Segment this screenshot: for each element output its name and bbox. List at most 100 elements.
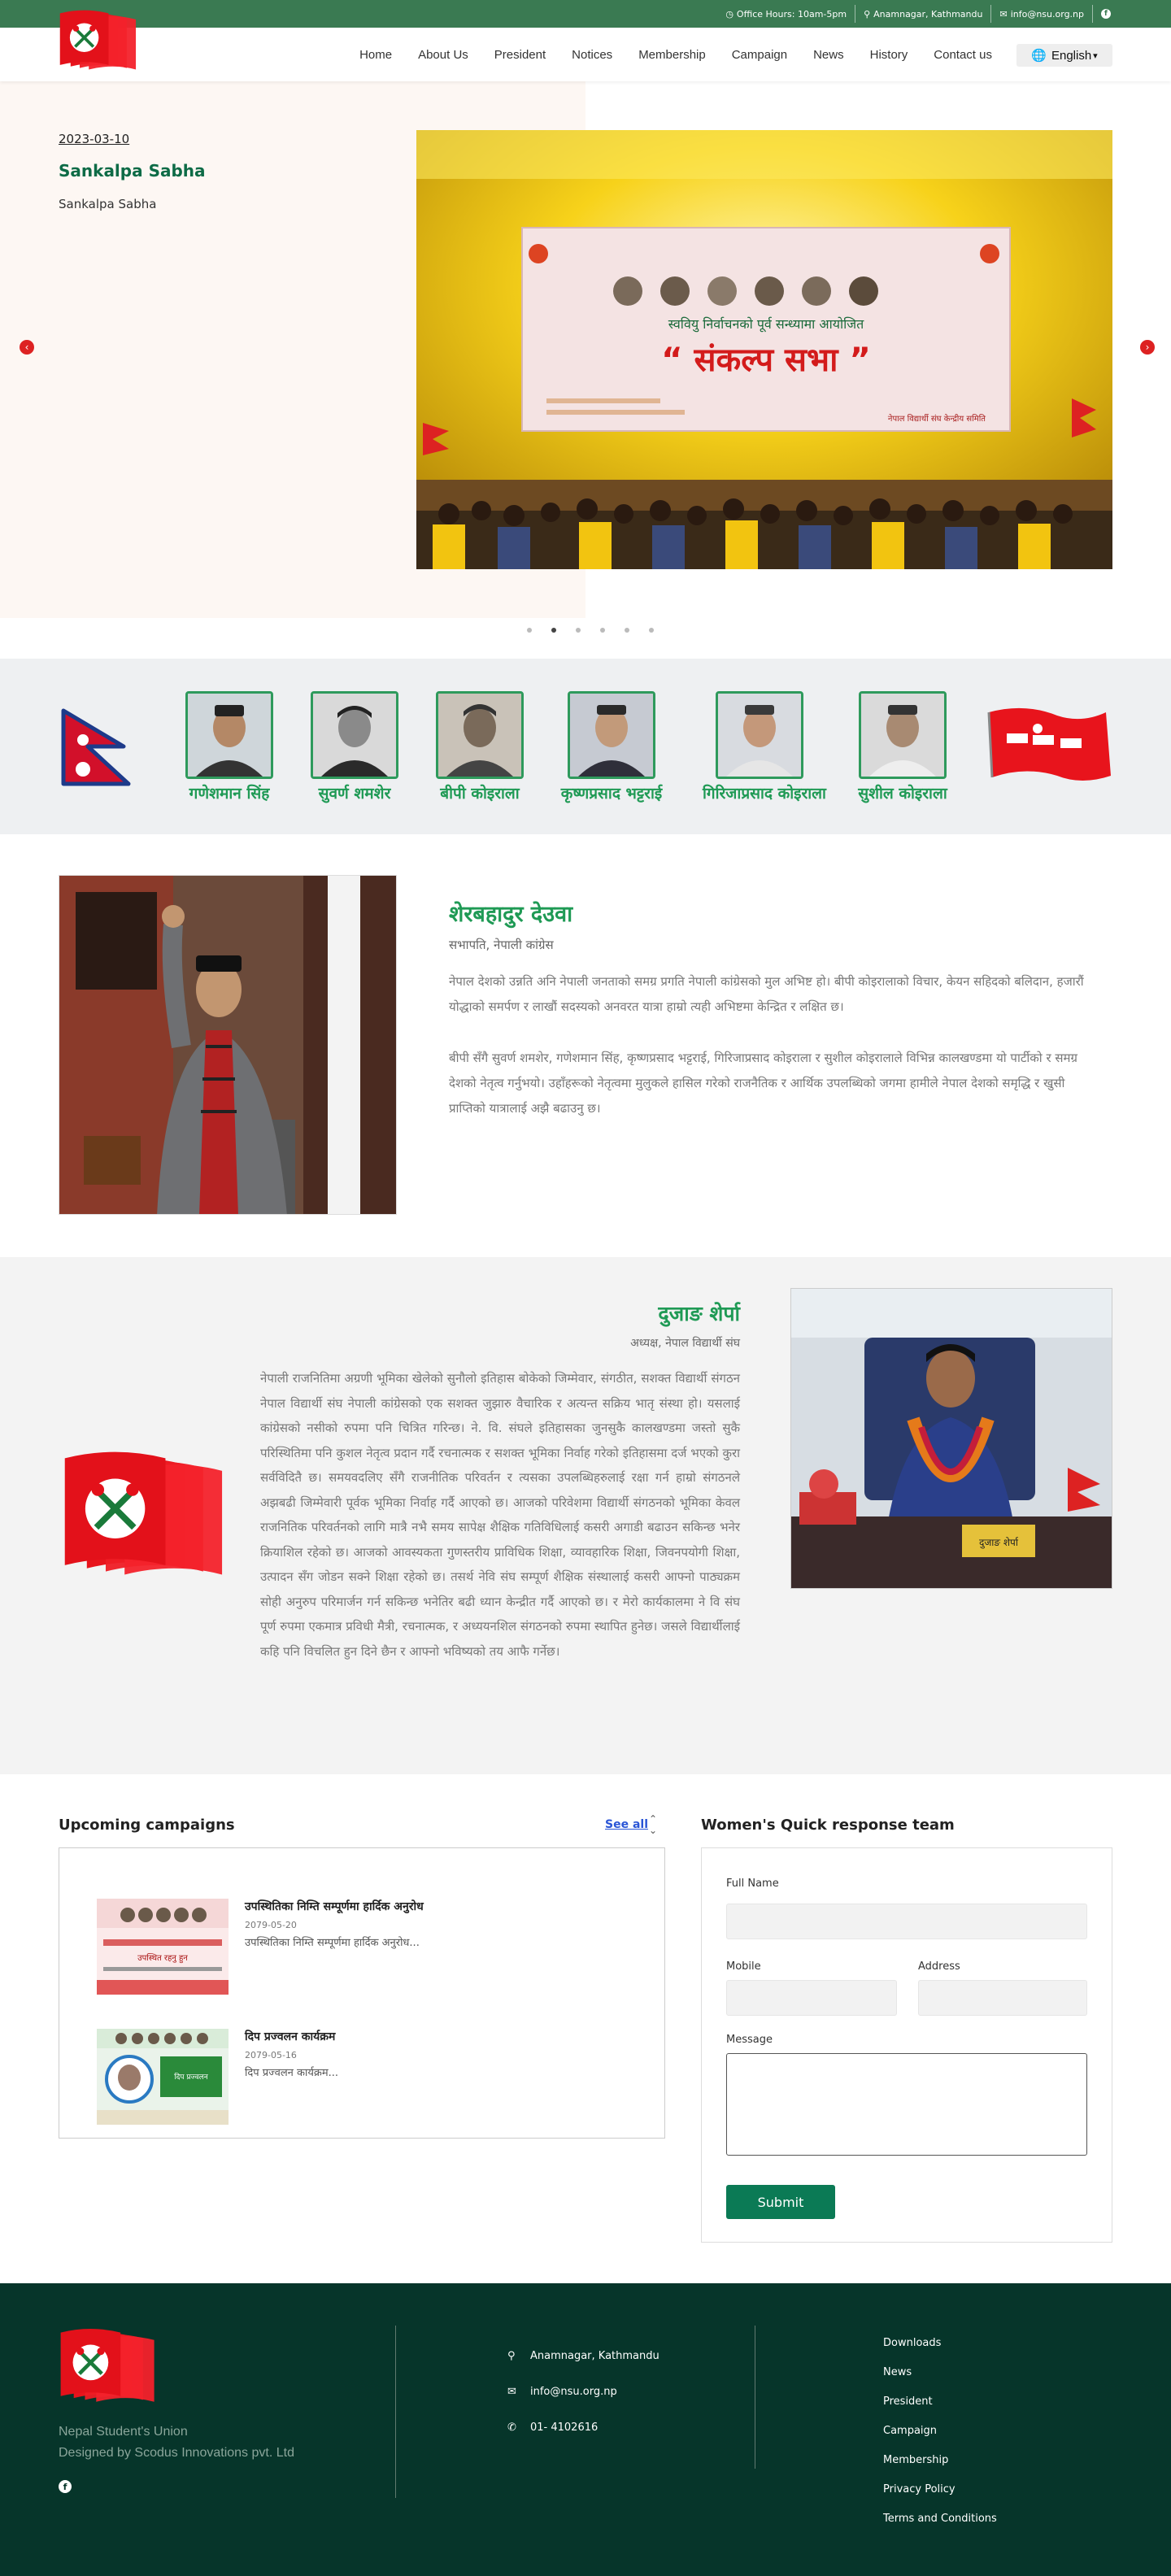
- hero-subtitle: Sankalpa Sabha: [59, 197, 157, 211]
- nsu-president-photo: दुजाङ शेर्पा: [790, 1288, 1112, 1589]
- leader-card[interactable]: गिरिजाप्रसाद कोइराला: [703, 691, 826, 803]
- chevron-left-icon: ‹: [24, 342, 29, 353]
- scroll-down-button[interactable]: ⌄: [649, 1825, 657, 1836]
- leader-name: गणेशमान सिंह: [189, 785, 270, 803]
- envelope-icon: ✉: [507, 2386, 516, 2398]
- campaigns-heading: Upcoming campaigns: [59, 1817, 235, 1834]
- carousel-dot[interactable]: [600, 628, 605, 633]
- leader-card[interactable]: कृष्णप्रसाद भट्टराई: [555, 691, 668, 803]
- nav-history[interactable]: History: [870, 48, 908, 62]
- footer-link-membership[interactable]: Membership: [883, 2454, 948, 2466]
- leader-photo: [311, 691, 398, 779]
- leader-photo: [859, 691, 947, 779]
- leader-card[interactable]: बीपी कोइराला: [423, 691, 537, 803]
- footer-credit[interactable]: Designed by Scodus Innovations pvt. Ltd: [59, 2443, 294, 2464]
- nav-membership[interactable]: Membership: [638, 48, 706, 62]
- nav-about-us[interactable]: About Us: [418, 48, 468, 62]
- see-all-campaigns-link[interactable]: See all: [605, 1818, 648, 1831]
- site-logo[interactable]: [57, 8, 148, 73]
- leader-card[interactable]: गणेशमान सिंह: [172, 691, 286, 803]
- message-label: Message: [726, 2034, 773, 2046]
- footer-logo[interactable]: [57, 2326, 169, 2407]
- hero-title: Sankalpa Sabha: [59, 161, 206, 181]
- nav-contact-us[interactable]: Contact us: [934, 48, 992, 62]
- address-label: Address: [918, 1960, 960, 1973]
- nav-news[interactable]: News: [813, 48, 844, 62]
- carousel-dot[interactable]: [625, 628, 629, 633]
- leader-card[interactable]: सुशील कोइराला: [846, 691, 960, 803]
- leader-name: सुवर्ण शमशेर: [318, 785, 391, 803]
- leader-card[interactable]: सुवर्ण शमशेर: [298, 691, 411, 803]
- footer-link-privacy-policy[interactable]: Privacy Policy: [883, 2483, 956, 2496]
- campaign-date: 2079-05-16: [245, 2050, 297, 2060]
- nav-notices[interactable]: Notices: [572, 48, 612, 62]
- footer-phone[interactable]: ✆ 01- 4102616: [507, 2422, 598, 2434]
- footer-org-name: Nepal Student's Union: [59, 2425, 188, 2439]
- message-textarea[interactable]: [726, 2053, 1087, 2156]
- footer-link-downloads[interactable]: Downloads: [883, 2337, 941, 2349]
- leader-name: गिरिजाप्रसाद कोइराला: [703, 785, 826, 803]
- mobile-input[interactable]: [726, 1980, 897, 2016]
- map-pin-icon: ⚲: [507, 2350, 516, 2362]
- leaders-band: गणेशमान सिंह सुवर्ण शमशेर बीपी कोइराला क…: [0, 659, 1171, 834]
- leader-photo: [185, 691, 273, 779]
- carousel-dot[interactable]: [649, 628, 654, 633]
- submit-button[interactable]: Submit: [726, 2185, 835, 2219]
- chevron-down-icon: ▾: [1093, 50, 1098, 61]
- full-name-input[interactable]: [726, 1904, 1087, 1939]
- footer-facebook-icon[interactable]: f: [59, 2480, 72, 2493]
- banner-org: नेपाल विद्यार्थी संघ केन्द्रीय समिति: [888, 414, 986, 424]
- clock-icon: ◷: [725, 8, 734, 20]
- carousel-dot-active[interactable]: [551, 628, 556, 633]
- carousel-dot[interactable]: [576, 628, 581, 633]
- hero-carousel: 2023-03-10 Sankalpa Sabha Sankalpa Sabha…: [0, 81, 1171, 651]
- scroll-up-button[interactable]: ⌃: [649, 1813, 657, 1825]
- campaign-thumbnail: दिप प्रज्वलन: [97, 2029, 229, 2125]
- globe-icon: 🌐: [1031, 49, 1047, 63]
- map-pin-icon: ⚲: [864, 8, 871, 20]
- phone-icon: ✆: [507, 2422, 516, 2434]
- nav-president[interactable]: President: [494, 48, 546, 62]
- president-photo: [59, 875, 397, 1215]
- campaign-thumbnail: उपस्थित रहनु हुन: [97, 1899, 229, 1995]
- thumbnail-text: उपस्थित रहनु हुन: [137, 1953, 188, 1964]
- nsu-president-message: नेपाली राजनितिमा अग्रणी भूमिका खेलेको सु…: [260, 1371, 740, 1659]
- president-paragraph-1: नेपाल देशको उन्नति अनि नेपाली जनताको समग…: [449, 974, 1084, 1014]
- facebook-link[interactable]: f: [1093, 5, 1122, 23]
- president-name: शेरबहादुर देउवा: [449, 902, 573, 927]
- campaign-excerpt: उपस्थितिका निम्ति सम्पूर्णमा हार्दिक अनु…: [245, 1937, 420, 1949]
- nav-campaign[interactable]: Campaign: [732, 48, 787, 62]
- campaign-date: 2079-05-20: [245, 1920, 297, 1930]
- carousel-prev-button[interactable]: ‹: [20, 340, 34, 355]
- campaigns-list: उपस्थित रहनु हुन उपस्थितिका निम्ति सम्पू…: [59, 1847, 665, 2139]
- nsu-president-role: अध्यक्ष, नेपाल विद्यार्थी संघ: [630, 1337, 740, 1350]
- mobile-label: Mobile: [726, 1960, 761, 1973]
- language-select[interactable]: 🌐 English ▾: [1016, 44, 1112, 67]
- address-input[interactable]: [918, 1980, 1087, 2016]
- carousel-indicators: [517, 628, 664, 633]
- top-info-bar: ◷ Office Hours: 10am-5pm ⚲ Anamnagar, Kath…: [0, 0, 1171, 28]
- footer-link-campaign[interactable]: Campaign: [883, 2425, 937, 2437]
- footer-link-terms[interactable]: Terms and Conditions: [883, 2513, 997, 2525]
- site-footer: Nepal Student's Union Designed by Scodus…: [0, 2283, 1171, 2576]
- thumbnail-text: दिप प्रज्वलन: [174, 2072, 208, 2082]
- footer-link-news[interactable]: News: [883, 2366, 912, 2378]
- nsu-nameplate-text: दुजाङ शेर्पा: [979, 1537, 1019, 1549]
- carousel-dot[interactable]: [527, 628, 532, 633]
- footer-link-president[interactable]: President: [883, 2395, 933, 2408]
- leader-name: सुशील कोइराला: [858, 785, 947, 803]
- office-hours: ◷ Office Hours: 10am-5pm: [717, 5, 856, 23]
- email-link[interactable]: ✉ info@nsu.org.np: [991, 5, 1093, 23]
- party-logo: [59, 1446, 247, 1584]
- form-heading: Women's Quick response team: [701, 1817, 955, 1834]
- location: ⚲ Anamnagar, Kathmandu: [855, 5, 992, 23]
- nav-menu: Home About Us President Notices Membersh…: [333, 28, 992, 81]
- president-section: शेरबहादुर देउवा सभापति, नेपाली कांग्रेस …: [0, 834, 1171, 1257]
- footer-email[interactable]: ✉ info@nsu.org.np: [507, 2386, 617, 2398]
- nav-home[interactable]: Home: [359, 48, 392, 62]
- campaign-title[interactable]: उपस्थितिका निम्ति सम्पूर्णमा हार्दिक अनु…: [245, 1899, 424, 1914]
- leader-photo: [436, 691, 524, 779]
- carousel-next-button[interactable]: ›: [1140, 340, 1155, 355]
- campaign-title[interactable]: दिप प्रज्वलन कार्यक्रम: [245, 2029, 335, 2044]
- banner-title: “ संकल्प सभा ”: [661, 342, 871, 379]
